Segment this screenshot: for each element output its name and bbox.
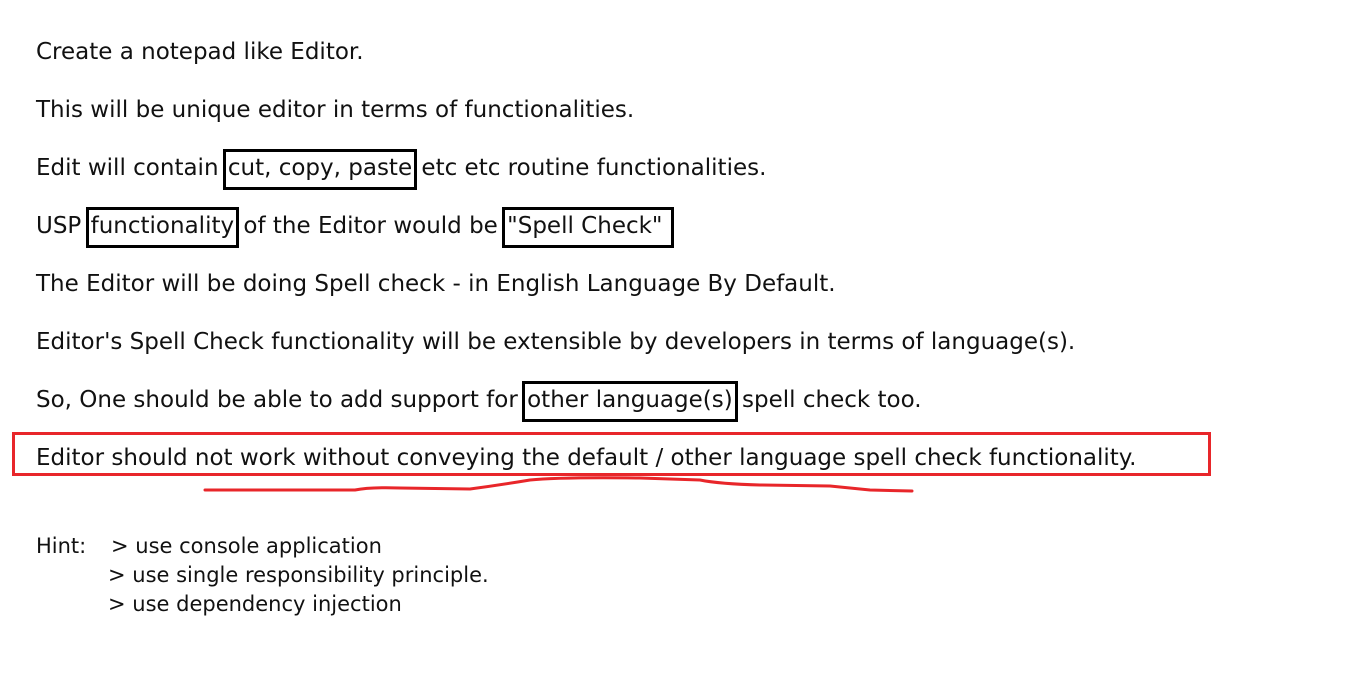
hint-item-di: > use dependency injection	[108, 592, 402, 616]
hint-label: Hint:	[36, 534, 87, 558]
hint-item-srp: > use single responsibility principle.	[108, 563, 489, 587]
hint-item-console: > use console application	[111, 534, 382, 558]
